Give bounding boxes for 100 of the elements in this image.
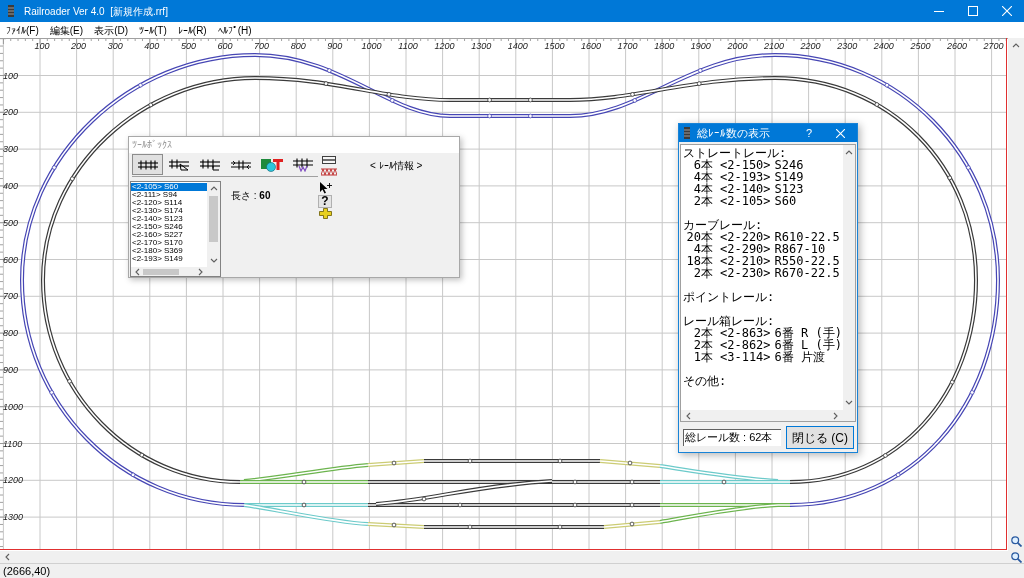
rail-quantity: 18本	[685, 255, 713, 267]
rail-list-item[interactable]: <2-193> S149	[131, 255, 207, 263]
ruler-label: 500	[180, 41, 196, 51]
ruler-label: 2400	[873, 41, 894, 51]
rail-name: S123	[774, 183, 804, 195]
vertical-scrollbar[interactable]	[207, 182, 220, 267]
horizontal-scrollbar[interactable]	[681, 410, 855, 421]
rail-quantity: 4本	[692, 171, 713, 183]
rail-name: R550-22.5	[774, 255, 840, 267]
rail-list-item[interactable]: <2-160> S227	[131, 231, 207, 239]
minimize-icon	[934, 10, 944, 12]
close-icon	[1002, 6, 1012, 16]
window-title: Railroader Ver 4.0 [新規作成.rrf]	[24, 4, 168, 18]
close-icon	[835, 128, 845, 138]
ruler-label: 100	[34, 41, 50, 51]
rail-name: R867-10	[774, 243, 826, 255]
rail-list-item[interactable]: <2-105> S60	[131, 183, 207, 191]
close-button[interactable]: 閉じる (C)	[786, 426, 854, 449]
rail-name: S246	[774, 159, 804, 171]
rail-quantity: 2本	[692, 267, 713, 279]
rail-list-item[interactable]: <2-150> S246	[131, 223, 207, 231]
tool-button[interactable]	[132, 154, 163, 175]
ruler-label: 1800	[654, 41, 675, 51]
ruler-label: 1300	[471, 41, 492, 51]
ruler-label: 400	[144, 41, 160, 51]
ruler-label: 1100	[3, 438, 23, 449]
rail-crossing-icon	[292, 157, 313, 172]
rail-name: R670-22.5	[774, 267, 840, 279]
shapes-icon	[260, 157, 283, 172]
ruler-label: 2000	[727, 41, 748, 51]
rail-list-item[interactable]: <2-130> S174	[131, 207, 207, 215]
rail-name: 6番 L (手)	[774, 339, 842, 351]
ruler-label: 200	[71, 41, 87, 51]
ruler-label: 900	[3, 364, 19, 375]
menu-item[interactable]: ﾂｰﾙ(T)	[138, 23, 168, 37]
app-icon	[684, 127, 690, 139]
rail-code: <2-140>	[720, 183, 771, 195]
rail-list-item[interactable]: <2-120> S114	[131, 199, 207, 207]
ruler-label: 1300	[3, 512, 24, 523]
straight-rail-icon	[137, 159, 158, 170]
ruler-label: 1200	[434, 41, 455, 51]
chevron-right-icon	[832, 411, 839, 420]
chevron-left-icon	[134, 267, 141, 276]
menu-item[interactable]: 編集(E)	[48, 23, 85, 37]
section-heading: その他:	[683, 375, 727, 387]
section-heading: レール箱レール:	[683, 315, 775, 327]
chevron-up-icon	[1012, 42, 1020, 49]
scrollbar-thumb[interactable]	[209, 196, 218, 242]
menu-item[interactable]: ﾚｰﾙ(R)	[176, 23, 208, 37]
help-tool-button[interactable]: ?	[318, 195, 332, 208]
help-button[interactable]: ?	[795, 124, 823, 142]
chevron-left-icon	[685, 411, 692, 420]
rail-list-item[interactable]: <2-180> S369	[131, 247, 207, 255]
rail-list-item[interactable]: <2-111> S94	[131, 191, 207, 199]
ruler-label: 2300	[837, 41, 858, 51]
ruler-label: 2200	[800, 41, 821, 51]
vertical-scrollbar[interactable]	[1008, 38, 1024, 551]
rail-code: <2-290>	[720, 243, 771, 255]
magnifier-icon	[1010, 536, 1022, 547]
horizontal-scrollbar[interactable]	[0, 551, 1008, 563]
horizontal-scrollbar[interactable]	[131, 267, 220, 276]
rail-branch-icon	[168, 158, 189, 171]
ruler-label: 1500	[544, 41, 565, 51]
rail-code: <2-210>	[720, 255, 771, 267]
ruler-label: 900	[327, 41, 343, 51]
ruler-label: 1400	[507, 41, 528, 51]
scrollbar-thumb[interactable]	[143, 268, 179, 275]
magnifier-icon	[1010, 551, 1022, 563]
ruler-label: 200	[3, 107, 19, 118]
ruler-label: 1000	[3, 401, 24, 412]
rail-name: R610-22.5	[774, 231, 840, 243]
chevron-up-icon	[209, 185, 218, 192]
menu-item[interactable]: 表示(D)	[93, 23, 129, 37]
rail-quantity: 1本	[692, 351, 713, 363]
app-icon	[8, 5, 14, 17]
rail-code: <2-150>	[720, 159, 771, 171]
vertical-scrollbar[interactable]	[843, 145, 855, 410]
rail-name: S149	[774, 171, 804, 183]
truss-bridge-icon	[321, 155, 337, 176]
ruler-label: 2100	[764, 41, 784, 51]
rail-list-box[interactable]: <2-105> S60 <2-111> S94 <2-120> S114 <2-130> S174 <2-140> S123 <2-150> S246 <2-160> S227 <2-170> S170 <2-180> S369 <2-193> S149	[130, 181, 221, 277]
menu-item[interactable]: ﾌｧｲﾙ(F)	[5, 23, 40, 37]
ruler-label: 1900	[690, 41, 711, 51]
ruler-label: 1200	[3, 475, 24, 486]
menu-item[interactable]: ﾍﾙﾌﾟ(H)	[216, 23, 253, 37]
ruler-label: 800	[3, 328, 19, 339]
chevron-down-icon	[845, 399, 853, 406]
rail-list-item[interactable]: <2-140> S123	[131, 215, 207, 223]
ruler-label: 100	[3, 70, 19, 81]
chevron-up-icon	[845, 149, 853, 156]
ruler-label: 2600	[947, 41, 967, 51]
rail-list-item[interactable]: <2-170> S170	[131, 239, 207, 247]
ruler-label: 400	[3, 180, 19, 191]
toolbox-title: ﾂｰﾙﾎﾞｯｸｽ	[132, 139, 172, 151]
plus-icon	[318, 208, 332, 219]
ruler-label: 700	[3, 291, 19, 302]
report-text-area[interactable]	[680, 144, 856, 422]
ruler-label: 800	[290, 41, 306, 51]
ruler-label: 300	[107, 41, 123, 51]
ruler-label: 2500	[910, 41, 931, 51]
